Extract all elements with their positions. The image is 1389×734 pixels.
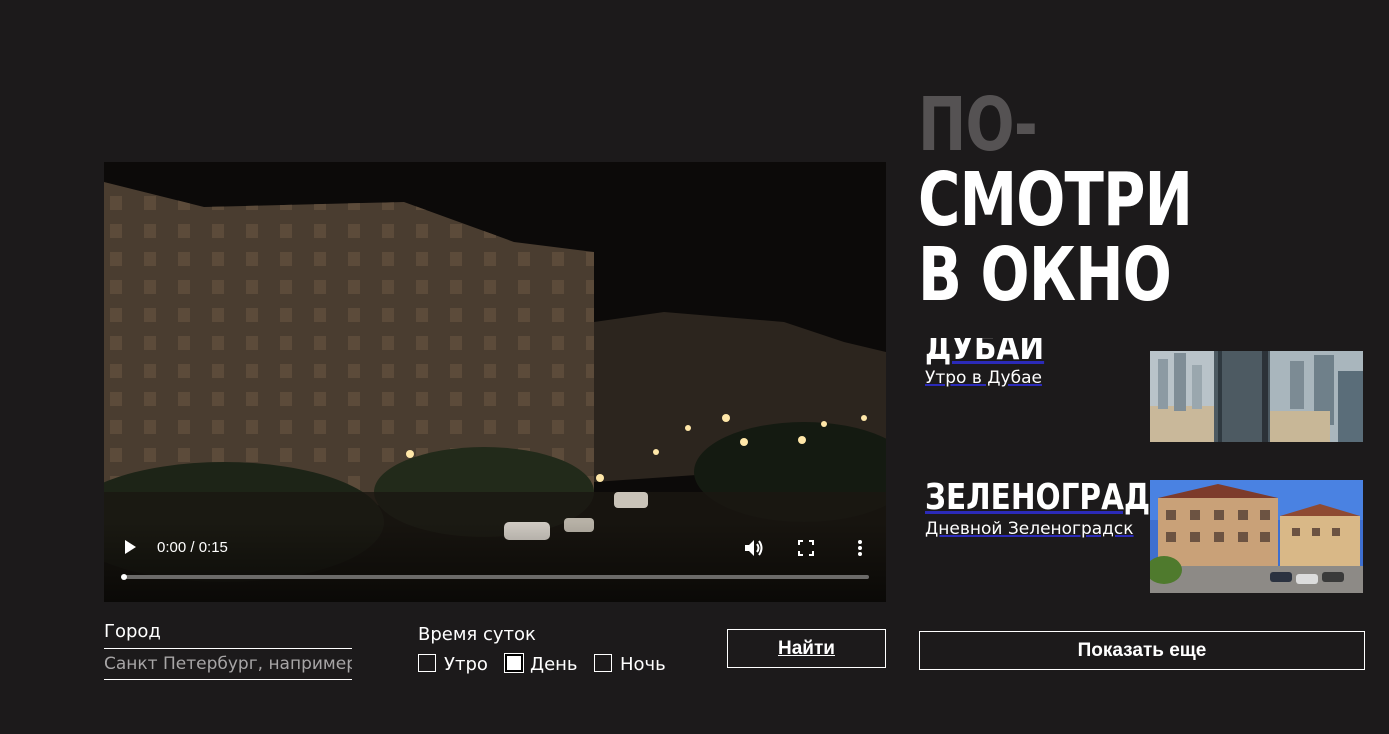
city-input[interactable] xyxy=(104,648,352,680)
card-zelenogradsk-subtitle[interactable]: Дневной Зеленоградск xyxy=(925,519,1134,539)
video-progress-knob[interactable] xyxy=(121,574,127,580)
checkbox-night[interactable] xyxy=(594,654,612,672)
hero-title-line3: В ОКНО xyxy=(918,232,1172,318)
video-controls-bar xyxy=(104,522,886,602)
city-label: Город xyxy=(104,621,161,642)
card-dubai-text[interactable]: ДУБАЙ Утро в Дубае xyxy=(918,338,1138,398)
hero-title-line2: СМОТРИ xyxy=(918,157,1193,243)
fullscreen-icon[interactable] xyxy=(798,540,814,556)
video-progress-track[interactable] xyxy=(122,575,869,579)
checkbox-morning[interactable] xyxy=(418,654,436,672)
card-zelenogradsk-image[interactable] xyxy=(1150,480,1363,593)
video-time: 0:00 / 0:15 xyxy=(157,539,228,556)
volume-icon[interactable] xyxy=(744,539,764,557)
checkbox-morning-label[interactable]: Утро xyxy=(444,654,488,675)
checkbox-night-label[interactable]: Ночь xyxy=(620,654,666,675)
card-dubai-image[interactable] xyxy=(1150,351,1363,442)
play-icon[interactable] xyxy=(122,539,138,555)
video-player[interactable]: 0:00 / 0:15 xyxy=(104,162,886,602)
show-more-button[interactable]: Показать еще xyxy=(919,631,1365,670)
hero-title-line1: ПО- xyxy=(918,82,1038,168)
checkbox-day[interactable] xyxy=(504,653,524,673)
find-button[interactable]: Найти xyxy=(727,629,886,668)
more-options-icon[interactable] xyxy=(856,539,864,557)
card-subtitle[interactable]: Утро в Дубае xyxy=(925,368,1042,388)
card-title[interactable]: ДУБАЙ xyxy=(925,338,1044,366)
time-of-day-label: Время суток xyxy=(418,624,536,645)
checkbox-day-label[interactable]: День xyxy=(530,654,578,675)
